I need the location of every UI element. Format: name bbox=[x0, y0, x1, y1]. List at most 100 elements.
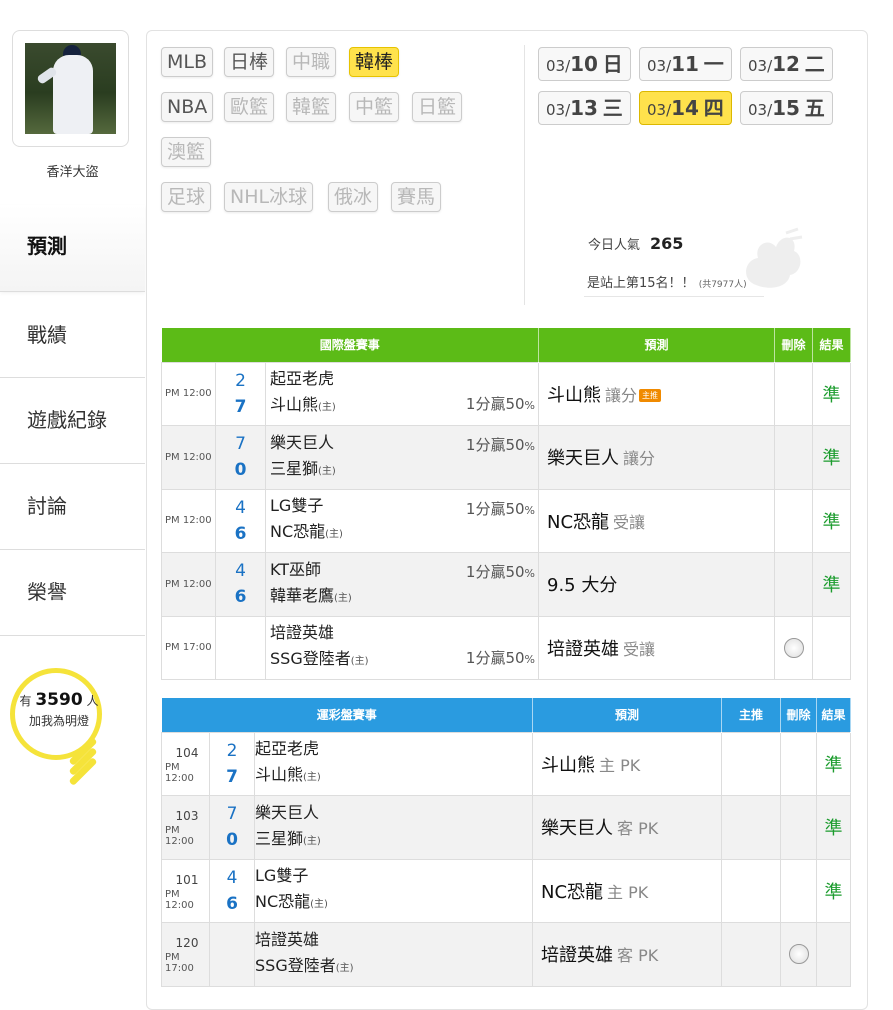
home-team[interactable]: SSG登陸者 bbox=[270, 649, 351, 668]
home-team[interactable]: 三星獅 bbox=[255, 829, 303, 848]
lottery-table: 運彩盤賽事 預測 主推 刪除 結果 104 PM 12:00 2 7 起亞老虎 斗山熊(主… bbox=[161, 698, 851, 987]
game-time: PM 17:00 bbox=[165, 952, 194, 975]
prediction: NC恐龍主 PK bbox=[532, 858, 722, 923]
home-team[interactable]: 斗山熊 bbox=[255, 765, 303, 784]
matchup: 起亞老虎 斗山熊(主) 1分贏50% bbox=[265, 361, 539, 426]
user-name[interactable]: 香洋大盜 bbox=[0, 161, 145, 180]
date-button-0313[interactable]: 03/13 三 bbox=[538, 91, 631, 125]
date-day: 12 bbox=[772, 52, 800, 76]
home-team-line: NC恐龍(主) bbox=[255, 889, 532, 918]
game-number: 120 bbox=[175, 936, 199, 951]
league-npb[interactable]: 日棒 bbox=[224, 47, 275, 77]
home-team[interactable]: 斗山熊 bbox=[270, 395, 318, 414]
league-nba[interactable]: NBA bbox=[161, 92, 214, 122]
home-team-line: SSG登陸者(主) bbox=[255, 953, 532, 982]
home-team[interactable]: NC恐龍 bbox=[255, 892, 310, 911]
away-team[interactable]: 培證英雄 bbox=[255, 927, 532, 953]
league-aus-basketball[interactable]: 澳籃 bbox=[161, 137, 212, 167]
date-month: 03/ bbox=[647, 101, 672, 119]
away-team[interactable]: 培證英雄 bbox=[266, 620, 538, 646]
odds-unit: % bbox=[524, 440, 535, 453]
date-button-0311[interactable]: 03/11 一 bbox=[639, 47, 732, 81]
lottery-header-result: 結果 bbox=[816, 698, 851, 732]
home-marker: (主) bbox=[318, 465, 336, 477]
date-button-0315[interactable]: 03/15 五 bbox=[740, 91, 833, 125]
nav-item-discussion[interactable]: 討論 bbox=[0, 464, 145, 550]
away-team[interactable]: 樂天巨人 bbox=[255, 800, 532, 826]
scores: 46 bbox=[215, 552, 266, 617]
date-button-0314[interactable]: 03/14 四 bbox=[639, 91, 732, 125]
delete-radio[interactable] bbox=[783, 637, 804, 658]
home-team[interactable]: SSG登陸者 bbox=[255, 956, 336, 975]
featured-cell bbox=[721, 858, 781, 923]
game-info: 101 PM 12:00 bbox=[161, 858, 210, 923]
prediction-type: 讓分 bbox=[605, 385, 638, 405]
avatar[interactable] bbox=[25, 43, 116, 134]
game-time: PM 12:00 bbox=[165, 761, 194, 784]
away-team[interactable]: LG雙子 bbox=[255, 863, 532, 889]
home-marker: (主) bbox=[350, 656, 369, 668]
fans-unit: 人 bbox=[86, 694, 99, 708]
nav-item-honor[interactable]: 榮譽 bbox=[0, 550, 145, 636]
table-row: PM 12:00 4 6 KT巫師 韓華老鷹(主) 1分贏50% 9.5 大分準 bbox=[161, 552, 851, 617]
lottery-header-featured: 主推 bbox=[721, 698, 781, 732]
prediction: 樂天巨人客 PK bbox=[532, 795, 722, 860]
delete-radio[interactable] bbox=[788, 944, 809, 965]
nav-item-record[interactable]: 戰績 bbox=[0, 291, 145, 378]
table-row: 104 PM 12:00 2 7 起亞老虎 斗山熊(主) 斗山熊主 PK 準 bbox=[161, 731, 851, 796]
prediction-type: 讓分 bbox=[623, 449, 656, 469]
home-team[interactable]: NC恐龍 bbox=[270, 522, 325, 541]
rank-text: 是站上第15名！！ bbox=[587, 276, 695, 291]
league-horse-racing[interactable]: 賽馬 bbox=[391, 182, 442, 212]
fans-prefix: 有 bbox=[19, 694, 32, 708]
fans-counter[interactable]: 有 3590 人 加我為明燈 bbox=[14, 690, 104, 731]
league-nhl[interactable]: NHL冰球 bbox=[224, 182, 314, 212]
league-japan-basketball[interactable]: 日籃 bbox=[412, 92, 463, 122]
table-row: 101 PM 12:00 4 6 LG雙子 NC恐龍(主) NC恐龍主 PK 準 bbox=[161, 858, 851, 923]
prediction-type: 受讓 bbox=[623, 639, 656, 659]
home-team[interactable]: 三星獅 bbox=[270, 459, 318, 478]
odds-line: 1分贏50% bbox=[466, 391, 535, 419]
nav-item-predict[interactable]: 預測 bbox=[0, 205, 145, 291]
league-korea-basketball[interactable]: 韓籃 bbox=[286, 92, 337, 122]
nav-item-game-log[interactable]: 遊戲紀錄 bbox=[0, 378, 145, 464]
game-info: 104 PM 12:00 bbox=[161, 731, 210, 796]
scores: 70 bbox=[209, 795, 255, 860]
fans-caption: 加我為明燈 bbox=[28, 714, 89, 728]
game-time: PM 17:00 bbox=[161, 615, 216, 680]
game-info: 103 PM 12:00 bbox=[161, 795, 210, 860]
home-score: 6 bbox=[234, 523, 247, 544]
prediction-pick: 樂天巨人 bbox=[547, 448, 619, 470]
league-kbo[interactable]: 韓棒 bbox=[349, 47, 400, 77]
intl-header-games: 國際盤賽事 bbox=[161, 328, 539, 362]
date-button-0310[interactable]: 03/10 日 bbox=[538, 47, 631, 81]
game-time: PM 12:00 bbox=[165, 825, 194, 848]
away-team[interactable]: 起亞老虎 bbox=[266, 366, 538, 392]
table-row: PM 12:00 2 7 起亞老虎 斗山熊(主) 1分贏50% 斗山熊 讓分 主推準 bbox=[161, 361, 851, 426]
league-mlb[interactable]: MLB bbox=[161, 47, 214, 77]
odds-line: 1分贏50% bbox=[466, 496, 535, 524]
result: 準 bbox=[812, 552, 851, 617]
prediction-pick: NC恐龍 bbox=[541, 881, 604, 903]
scores: 70 bbox=[215, 425, 266, 490]
league-euro-basketball[interactable]: 歐籃 bbox=[224, 92, 275, 122]
scores bbox=[215, 615, 266, 680]
intl-table: 國際盤賽事 預測 刪除 結果 PM 12:00 2 7 起亞老虎 斗山熊(主) 1分贏50… bbox=[161, 328, 851, 680]
matchup: 培證英雄 SSG登陸者(主) bbox=[254, 922, 533, 987]
away-team[interactable]: 起亞老虎 bbox=[255, 736, 532, 762]
league-soccer[interactable]: 足球 bbox=[161, 182, 212, 212]
game-time: PM 12:00 bbox=[161, 425, 216, 490]
date-button-0312[interactable]: 03/12 二 bbox=[740, 47, 833, 81]
prediction-pick: 培證英雄 bbox=[547, 638, 619, 660]
date-day: 10 bbox=[570, 52, 598, 76]
game-number: 104 bbox=[175, 745, 199, 760]
league-china-basketball[interactable]: 中籃 bbox=[349, 92, 400, 122]
away-score: 7 bbox=[226, 804, 238, 825]
league-khl[interactable]: 俄冰 bbox=[328, 182, 379, 212]
league-cpbl[interactable]: 中職 bbox=[286, 47, 337, 77]
popularity-rank: 是站上第15名！！ (共7977人) bbox=[587, 272, 747, 291]
odds-line: 1分贏50% bbox=[466, 559, 535, 587]
home-team[interactable]: 韓華老鷹 bbox=[270, 586, 334, 605]
result: 準 bbox=[812, 425, 851, 490]
avatar-frame[interactable] bbox=[12, 30, 129, 147]
